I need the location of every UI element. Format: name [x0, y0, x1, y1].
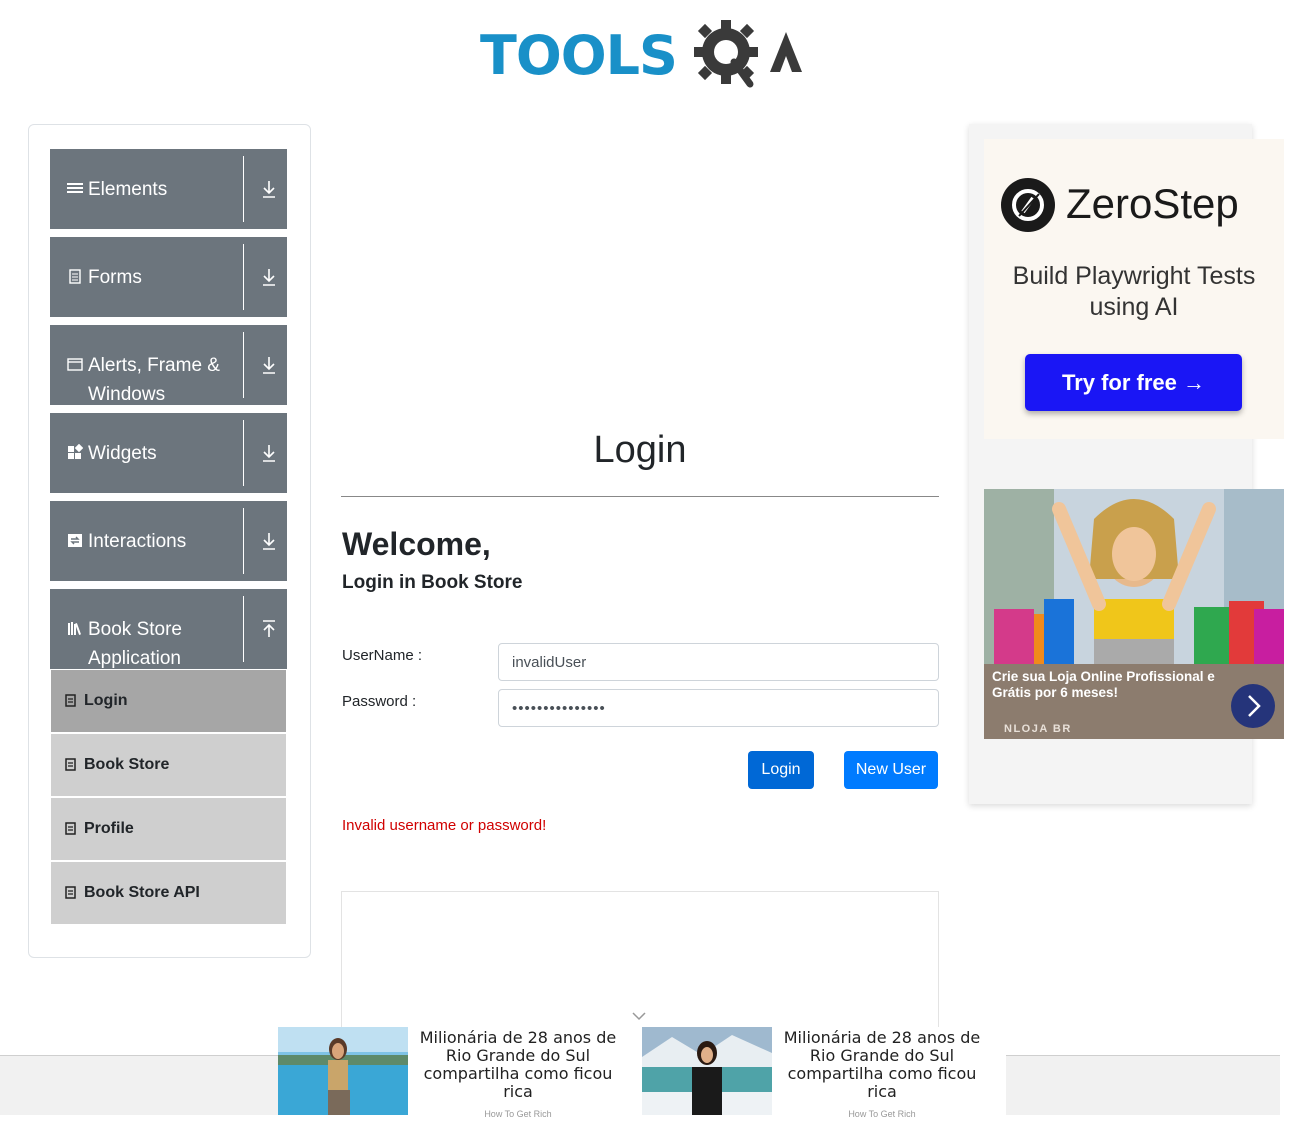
zerostep-logo-icon — [1001, 178, 1055, 232]
sidebar-item-profile[interactable]: Profile — [51, 798, 286, 860]
ad-thumbnail — [278, 1027, 408, 1115]
page-title: Login — [593, 429, 687, 471]
welcome-heading: Welcome, — [342, 526, 491, 562]
interactions-icon — [68, 534, 82, 547]
password-label: Password : — [342, 693, 417, 710]
divider — [243, 244, 244, 310]
download-arrow-icon[interactable] — [260, 267, 278, 287]
document-icon — [65, 822, 76, 835]
divider — [243, 156, 244, 222]
widgets-icon — [68, 444, 83, 459]
logo-text: TOOLS — [480, 24, 678, 87]
divider — [243, 420, 244, 486]
sidebar-item-label: Login — [84, 692, 128, 709]
sidebar-item-label: Book Store API — [84, 884, 200, 901]
footer-ad-1[interactable]: Milionária de 28 anos de Rio Grande do S… — [278, 1027, 642, 1119]
menu-group-label: Book Store Application — [88, 619, 182, 669]
menu-group-alerts[interactable]: Alerts, Frame & Windows — [50, 325, 287, 405]
username-input[interactable] — [498, 643, 939, 681]
menu-group-widgets[interactable]: Widgets — [50, 413, 287, 493]
zerostep-brand: ZeroStep — [1066, 180, 1239, 227]
document-icon — [65, 758, 76, 771]
ad-caption: Crie sua Loja Online Profissional e Grát… — [992, 669, 1215, 700]
menu-group-label: Interactions — [88, 531, 187, 552]
login-subtitle: Login in Book Store — [342, 572, 523, 593]
try-for-free-button[interactable]: Try for free → — [1025, 354, 1242, 411]
menu-group-interactions[interactable]: Interactions — [50, 501, 287, 581]
download-arrow-icon[interactable] — [260, 355, 278, 375]
ad-source: How To Get Rich — [848, 1109, 916, 1119]
login-button[interactable]: Login — [748, 751, 814, 789]
download-arrow-icon[interactable] — [260, 531, 278, 551]
menu-group-forms[interactable]: Forms — [50, 237, 287, 317]
username-label: UserName : — [342, 647, 423, 664]
sidebar-item-book-store[interactable]: Book Store — [51, 734, 286, 796]
ad-headline: Milionária de 28 anos de Rio Grande do S… — [783, 1028, 981, 1101]
download-arrow-icon[interactable] — [260, 179, 278, 199]
ad-headline: Milionária de 28 anos de Rio Grande do S… — [419, 1028, 617, 1101]
document-icon — [65, 886, 76, 899]
footer-ad-2[interactable]: Milionária de 28 anos de Rio Grande do S… — [642, 1027, 1006, 1119]
left-sidebar: Elements Forms Alerts, Frame & Windows W… — [28, 124, 311, 958]
menu-group-label: Forms — [88, 267, 142, 288]
ad-placeholder-box — [341, 891, 939, 1031]
download-arrow-icon[interactable] — [260, 443, 278, 463]
library-icon — [68, 622, 81, 635]
gear-qa-icon — [694, 20, 802, 88]
document-icon — [69, 269, 81, 284]
upload-arrow-icon[interactable] — [260, 619, 278, 639]
zerostep-tagline: Build Playwright Tests using AI — [1012, 262, 1256, 321]
toolsqa-logo[interactable]: TOOLS — [480, 14, 810, 94]
page: TOOLS Elements Forms Alerts, Frame & Win… — [0, 0, 1311, 1143]
zerostep-ad[interactable]: ZeroStep Build Playwright Tests using AI… — [984, 139, 1284, 439]
menu-group-label: Alerts, Frame & Windows — [88, 355, 220, 405]
menu-group-label: Elements — [88, 179, 168, 200]
window-icon — [67, 358, 83, 371]
chevron-right-icon[interactable] — [1231, 684, 1275, 728]
ad-caption-bar: Crie sua Loja Online Profissional e Grát… — [984, 664, 1284, 739]
error-message: Invalid username or password! — [342, 817, 547, 834]
divider — [243, 508, 244, 574]
sidebar-item-login[interactable]: Login — [51, 670, 286, 732]
divider — [243, 332, 244, 398]
ad-photo — [984, 489, 1284, 669]
nloja-ad[interactable]: Crie sua Loja Online Profissional e Grát… — [984, 489, 1284, 739]
sidebar-item-label: Profile — [84, 820, 134, 837]
title-divider — [341, 496, 939, 497]
new-user-button[interactable]: New User — [844, 751, 938, 789]
chevron-down-icon[interactable] — [631, 1011, 647, 1021]
document-icon — [65, 694, 76, 707]
divider — [243, 596, 244, 662]
menu-group-book-store-application[interactable]: Book Store Application — [50, 589, 287, 669]
password-input[interactable] — [498, 689, 939, 727]
menu-group-label: Widgets — [88, 443, 157, 464]
ad-thumbnail — [642, 1027, 772, 1115]
ad-source: How To Get Rich — [484, 1109, 552, 1119]
ad-brand: NLOJA BR — [1004, 723, 1072, 735]
hamburger-icon — [67, 183, 83, 193]
menu-group-elements[interactable]: Elements — [50, 149, 287, 229]
sidebar-item-book-store-api[interactable]: Book Store API — [51, 862, 286, 924]
sidebar-item-label: Book Store — [84, 756, 170, 773]
